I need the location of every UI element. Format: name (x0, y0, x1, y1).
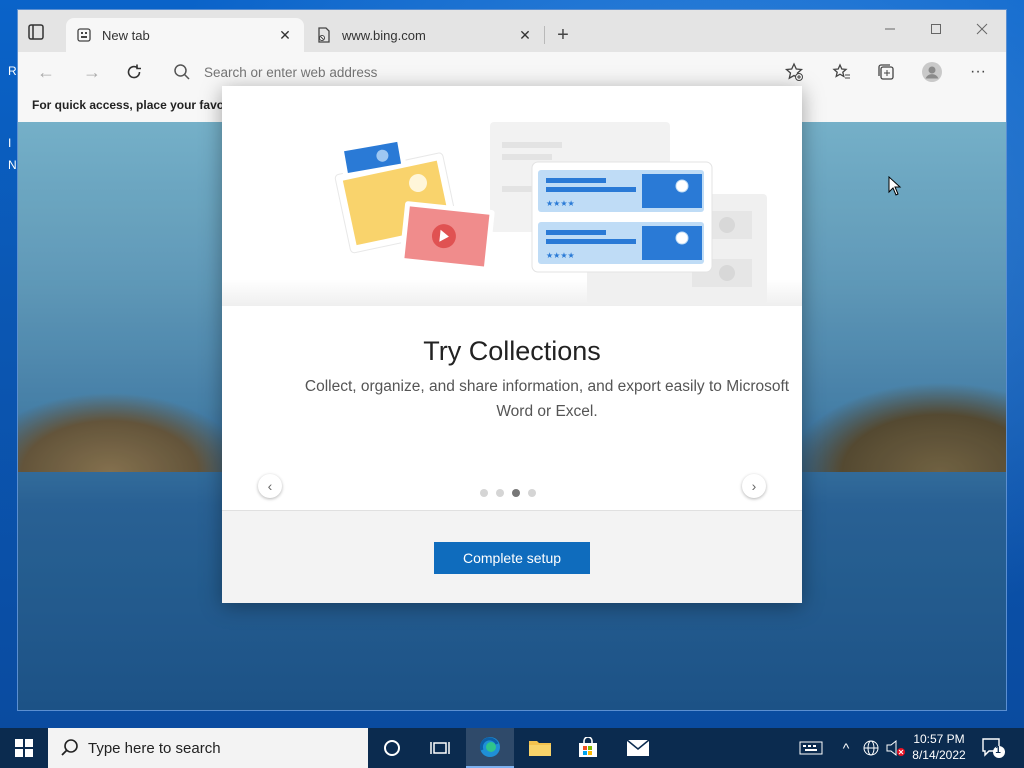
keyboard-input-icon[interactable] (798, 738, 824, 758)
navigation-toolbar: ← → ··· (18, 52, 1006, 90)
new-tab-page-icon (76, 27, 92, 43)
maximize-icon[interactable] (918, 16, 954, 42)
dialog-title: Try Collections (423, 336, 601, 366)
show-hidden-icons-chevron-up-icon[interactable]: ^ (836, 738, 856, 758)
desktop-char-2: I (8, 136, 12, 150)
tab-separator (544, 26, 545, 44)
search-icon (60, 738, 80, 758)
edge-browser-icon[interactable] (466, 728, 514, 768)
taskbar-search-box[interactable]: Type here to search (48, 728, 368, 768)
search-icon (172, 62, 192, 82)
windows-start-icon[interactable] (0, 728, 48, 768)
address-bar[interactable] (164, 58, 814, 86)
svg-text:★★★★: ★★★★ (546, 251, 575, 260)
task-view-icon[interactable] (416, 728, 464, 768)
network-globe-icon[interactable] (860, 738, 882, 758)
close-tab-icon[interactable]: ✕ (276, 26, 294, 44)
slide-pager (480, 489, 536, 497)
tab-title: www.bing.com (342, 27, 426, 43)
microsoft-store-icon[interactable] (564, 728, 612, 768)
page-document-icon (316, 27, 332, 43)
close-tab-icon[interactable]: ✕ (516, 26, 534, 44)
action-center-notifications-icon[interactable]: 1 (980, 736, 1006, 760)
pager-dot-1[interactable] (480, 489, 488, 497)
cortana-icon[interactable] (368, 728, 416, 768)
back-arrow-icon[interactable]: ← (34, 60, 58, 84)
collections-icon[interactable] (874, 60, 898, 84)
desktop-char-3: N (8, 158, 17, 172)
profile-avatar-icon[interactable] (920, 60, 944, 84)
mouse-cursor-icon (888, 175, 902, 199)
add-favorite-star-icon[interactable] (782, 60, 806, 84)
file-explorer-folder-icon[interactable] (516, 728, 564, 768)
dialog-description: Collect, organize, and share information… (304, 378, 790, 420)
next-slide-chevron-right-icon[interactable]: › (742, 474, 766, 498)
desktop-icon-labels: R I N (8, 60, 17, 176)
complete-setup-button[interactable]: Complete setup (434, 542, 590, 574)
mail-envelope-icon[interactable] (614, 728, 662, 768)
clock-date: 8/14/2022 (912, 748, 966, 762)
taskbar-search-placeholder: Type here to search (88, 739, 221, 757)
svg-text:★★★★: ★★★★ (546, 199, 575, 208)
forward-arrow-icon[interactable]: → (80, 60, 104, 84)
pager-dot-3-active[interactable] (512, 489, 520, 497)
clock-time: 10:57 PM (913, 732, 965, 746)
more-options-icon[interactable]: ··· (966, 60, 990, 84)
pager-dot-2[interactable] (496, 489, 504, 497)
dialog-footer: Complete setup (222, 510, 802, 603)
favorites-bar-hint: For quick access, place your favorit (32, 98, 237, 112)
close-window-icon[interactable] (964, 16, 1000, 42)
volume-muted-icon[interactable] (884, 738, 906, 758)
taskbar: Type here to search ^ 10:57 PM 8/14/2022… (0, 728, 1024, 768)
new-tab-button[interactable]: + (552, 24, 574, 46)
previous-slide-chevron-left-icon[interactable]: ‹ (258, 474, 282, 498)
refresh-icon[interactable] (122, 60, 146, 84)
address-input[interactable] (202, 63, 766, 81)
tab-actions-icon[interactable] (26, 22, 46, 42)
tab-bing[interactable]: www.bing.com ✕ (306, 18, 544, 52)
welcome-dialog: ★★★★ ★★★★ Try Collections Collect, organ… (222, 86, 802, 603)
favorites-icon[interactable] (830, 60, 854, 84)
notification-count-badge: 1 (995, 745, 1001, 756)
tab-strip: New tab ✕ www.bing.com ✕ + (18, 10, 1006, 52)
minimize-icon[interactable] (872, 16, 908, 42)
system-clock[interactable]: 10:57 PM 8/14/2022 (906, 731, 972, 763)
collections-illustration: ★★★★ ★★★★ (222, 86, 802, 306)
desktop-char-1: R (8, 64, 17, 78)
pager-dot-4[interactable] (528, 489, 536, 497)
tab-new-tab[interactable]: New tab ✕ (66, 18, 304, 52)
tab-title: New tab (102, 27, 150, 43)
